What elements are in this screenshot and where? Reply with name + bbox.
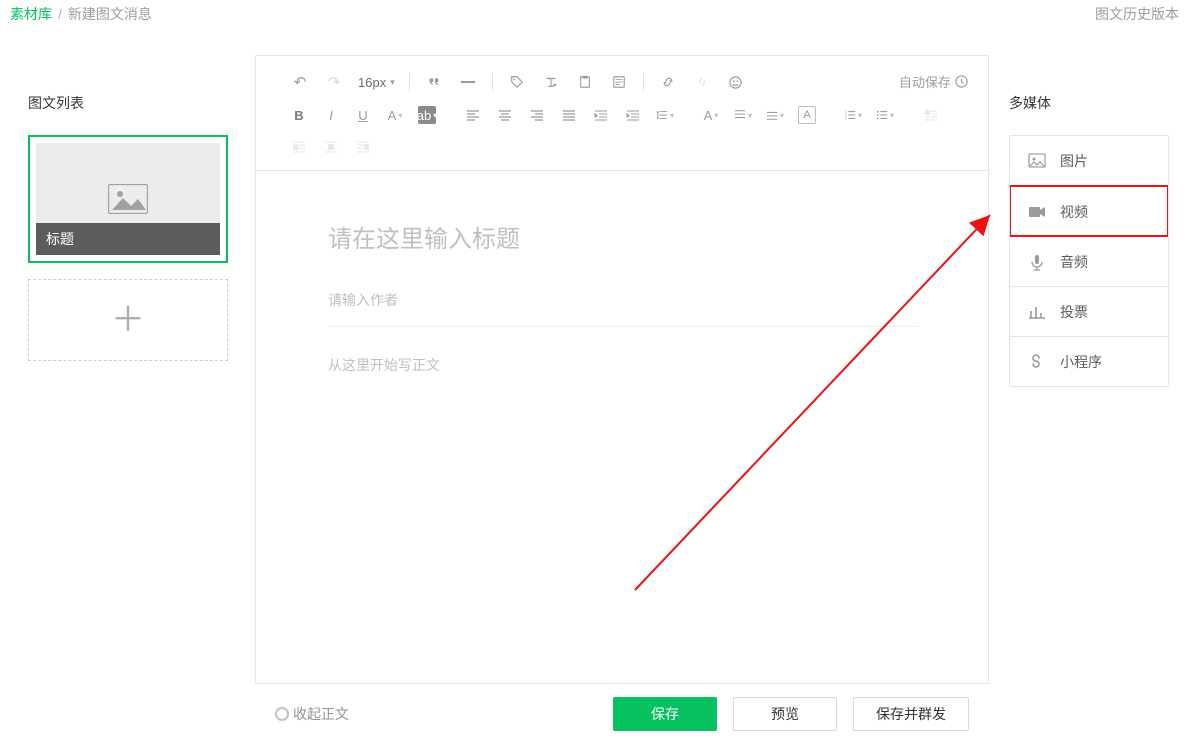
align-right-icon[interactable] [528, 106, 546, 124]
toolbar-row-2: B I U A▾ ab▾ ▾ A▾ ▾ ▾ A 123▾ ▾ [256, 100, 988, 171]
font-color-icon[interactable]: A▾ [386, 106, 404, 124]
save-button[interactable]: 保存 [613, 697, 717, 731]
media-item-label: 投票 [1060, 302, 1088, 322]
breadcrumb-sep: / [58, 6, 62, 22]
media-item-label: 小程序 [1060, 352, 1102, 372]
image-icon [1028, 152, 1046, 170]
unordered-list-icon[interactable]: ▾ [876, 106, 894, 124]
toolbar-divider [492, 73, 493, 91]
breadcrumb: 素材库 / 新建图文消息 [10, 4, 152, 24]
image-placeholder-icon [108, 184, 148, 214]
article-card[interactable]: 标题 [28, 135, 228, 263]
toolbar-row-1: ↶ ↷ 16px ▾ [256, 56, 988, 100]
audio-icon [1028, 253, 1046, 271]
ordered-list-icon[interactable]: 123▾ [844, 106, 862, 124]
indent-increase-icon[interactable] [624, 106, 642, 124]
align-justify-icon[interactable] [560, 106, 578, 124]
line-height-icon[interactable]: ▾ [656, 106, 674, 124]
undo-icon[interactable]: ↶ [290, 72, 310, 92]
media-item-vote[interactable]: 投票 [1010, 286, 1168, 336]
article-caption: 标题 [36, 223, 220, 255]
body-input[interactable]: 从这里开始写正文 [328, 355, 916, 375]
media-list: 图片 视频 音频 投票 [1009, 135, 1169, 387]
author-input[interactable]: 请输入作者 [328, 290, 918, 327]
margin-top-icon[interactable]: ▾ [734, 106, 752, 124]
redo-icon[interactable]: ↷ [324, 72, 344, 92]
media-item-audio[interactable]: 音频 [1010, 236, 1168, 286]
collapse-label: 收起正文 [293, 704, 349, 724]
align-center-icon[interactable] [496, 106, 514, 124]
hr-icon[interactable] [458, 72, 478, 92]
indent-decrease-icon[interactable] [592, 106, 610, 124]
autosave-indicator: 自动保存 [899, 72, 968, 91]
float-none-icon[interactable] [922, 106, 940, 124]
float-left-icon[interactable] [290, 138, 308, 156]
margin-bottom-icon[interactable]: ▾ [766, 106, 784, 124]
font-size-select[interactable]: 16px ▾ [358, 75, 395, 90]
float-center-icon[interactable] [322, 138, 340, 156]
font-size-value: 16px [358, 75, 386, 90]
float-right-icon[interactable] [354, 138, 372, 156]
vote-icon [1028, 303, 1046, 321]
unlink-icon[interactable] [692, 72, 712, 92]
font-family-icon[interactable]: A [798, 106, 816, 124]
sidebar-title: 图文列表 [28, 65, 245, 113]
media-panel: 多媒体 图片 视频 音频 [989, 55, 1189, 743]
media-item-miniprogram[interactable]: 小程序 [1010, 336, 1168, 386]
emoji-icon[interactable] [726, 72, 746, 92]
letter-spacing-icon[interactable]: A▾ [702, 106, 720, 124]
media-item-image[interactable]: 图片 [1010, 136, 1168, 186]
clear-format-icon[interactable] [541, 72, 561, 92]
svg-text:3: 3 [845, 116, 847, 120]
paste-text-icon[interactable] [575, 72, 595, 92]
video-icon [1028, 203, 1046, 221]
history-link[interactable]: 图文历史版本 [1095, 4, 1179, 24]
align-left-icon[interactable] [464, 106, 482, 124]
media-item-label: 音频 [1060, 252, 1088, 272]
breadcrumb-current: 新建图文消息 [68, 4, 152, 24]
editor-body: 请在这里输入标题 请输入作者 从这里开始写正文 [256, 171, 988, 743]
bold-icon[interactable]: B [290, 106, 308, 124]
title-input[interactable]: 请在这里输入标题 [328, 219, 916, 254]
miniprogram-icon [1028, 353, 1046, 371]
italic-icon[interactable]: I [322, 106, 340, 124]
toolbar-divider [643, 73, 644, 91]
plus-icon: ＋ [111, 303, 145, 337]
breadcrumb-root[interactable]: 素材库 [10, 4, 52, 24]
media-item-video[interactable]: 视频 [1010, 186, 1168, 236]
link-icon[interactable] [658, 72, 678, 92]
sidebar-article-list: 图文列表 标题 ＋ [0, 55, 255, 743]
toolbar-divider [409, 73, 410, 91]
autosave-label: 自动保存 [899, 72, 951, 91]
save-and-send-button[interactable]: 保存并群发 [853, 697, 969, 731]
preview-button[interactable]: 预览 [733, 697, 837, 731]
clock-icon [955, 75, 968, 88]
underline-icon[interactable]: U [354, 106, 372, 124]
tag-icon[interactable] [507, 72, 527, 92]
collapse-editor-button[interactable]: 收起正文 [275, 704, 349, 724]
footer: 收起正文 保存 预览 保存并群发 [255, 683, 989, 743]
template-icon[interactable] [609, 72, 629, 92]
bg-color-icon[interactable]: ab▾ [418, 106, 436, 124]
media-item-label: 视频 [1060, 202, 1088, 222]
editor-panel: ↶ ↷ 16px ▾ [255, 55, 989, 743]
collapse-icon [275, 707, 289, 721]
media-panel-title: 多媒体 [1009, 65, 1189, 113]
add-article-button[interactable]: ＋ [28, 279, 228, 361]
media-item-label: 图片 [1060, 151, 1088, 171]
caret-down-icon: ▾ [390, 77, 395, 88]
blockquote-icon[interactable] [424, 72, 444, 92]
